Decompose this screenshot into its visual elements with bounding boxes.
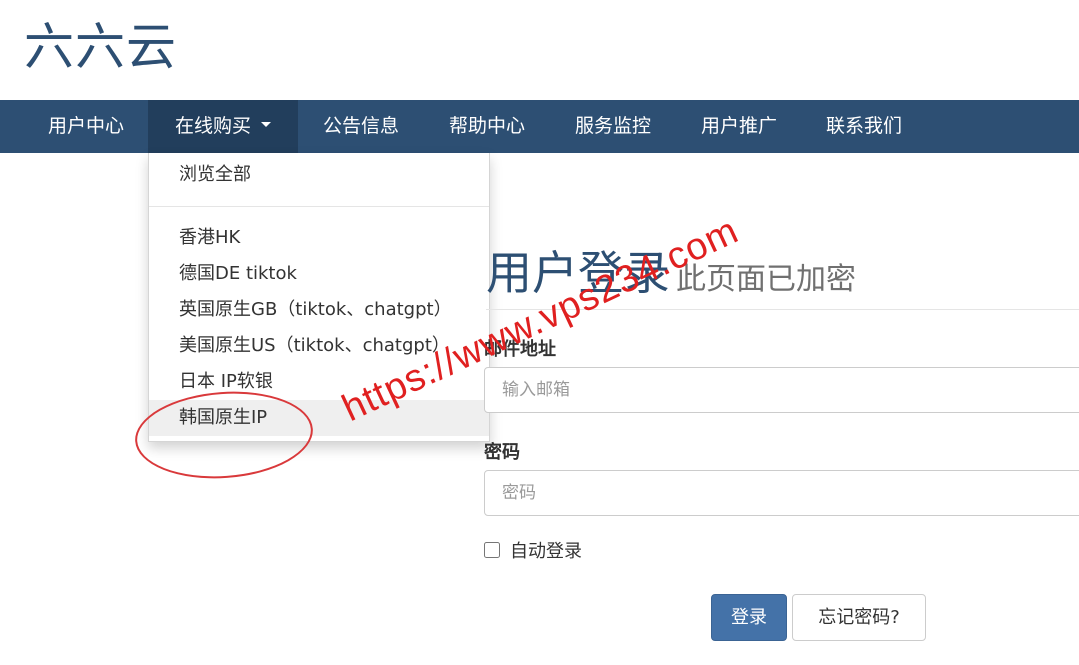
- nav-user-referral[interactable]: 用户推广: [676, 100, 802, 153]
- nav-user-center-label: 用户中心: [47, 115, 124, 137]
- login-subtitle: 此页面已加密: [676, 262, 856, 297]
- remember-me-label: 自动登录: [510, 541, 582, 562]
- login-button[interactable]: 登录: [711, 594, 787, 641]
- login-heading: 用户登录 此页面已加密: [486, 240, 856, 306]
- nav-online-purchase[interactable]: 在线购买: [148, 100, 298, 153]
- nav-announcements[interactable]: 公告信息: [298, 100, 424, 153]
- dropdown-item-de[interactable]: 德国DE tiktok: [149, 256, 489, 292]
- nav-announcements-label: 公告信息: [322, 115, 399, 137]
- caret-down-icon: [261, 122, 271, 127]
- nav-user-referral-label: 用户推广: [700, 115, 777, 137]
- dropdown-item-gb[interactable]: 英国原生GB（tiktok、chatgpt）: [149, 292, 489, 328]
- purchase-dropdown-menu: 浏览全部 香港HK 德国DE tiktok 英国原生GB（tiktok、chat…: [148, 153, 490, 442]
- dropdown-item-browse-all[interactable]: 浏览全部: [149, 157, 489, 193]
- forgot-password-button[interactable]: 忘记密码?: [792, 594, 926, 641]
- email-input[interactable]: [484, 367, 1079, 413]
- remember-me-checkbox[interactable]: [484, 542, 500, 558]
- nav-help-center[interactable]: 帮助中心: [424, 100, 550, 153]
- nav-contact-us-label: 联系我们: [825, 115, 902, 137]
- password-input[interactable]: [484, 470, 1079, 516]
- nav-service-monitor[interactable]: 服务监控: [550, 100, 676, 153]
- nav-help-center-label: 帮助中心: [448, 115, 525, 137]
- dropdown-item-hk[interactable]: 香港HK: [149, 220, 489, 256]
- site-logo[interactable]: 六六云: [24, 14, 177, 80]
- nav-online-purchase-label: 在线购买: [174, 115, 251, 137]
- nav-service-monitor-label: 服务监控: [574, 115, 651, 137]
- dropdown-item-jp[interactable]: 日本 IP软银: [149, 364, 489, 400]
- email-label: 邮件地址: [484, 339, 556, 360]
- password-label: 密码: [484, 442, 520, 463]
- heading-divider: [486, 309, 1079, 310]
- login-title: 用户登录: [486, 246, 670, 300]
- remember-me[interactable]: 自动登录: [484, 540, 582, 564]
- main-navbar: 用户中心 在线购买 公告信息 帮助中心 服务监控 用户推广 联系我们: [0, 100, 1079, 153]
- nav-contact-us[interactable]: 联系我们: [802, 100, 926, 153]
- nav-user-center[interactable]: 用户中心: [24, 100, 148, 153]
- dropdown-item-kr[interactable]: 韩国原生IP: [149, 400, 489, 436]
- dropdown-divider: [149, 206, 489, 207]
- dropdown-item-us[interactable]: 美国原生US（tiktok、chatgpt）: [149, 328, 489, 364]
